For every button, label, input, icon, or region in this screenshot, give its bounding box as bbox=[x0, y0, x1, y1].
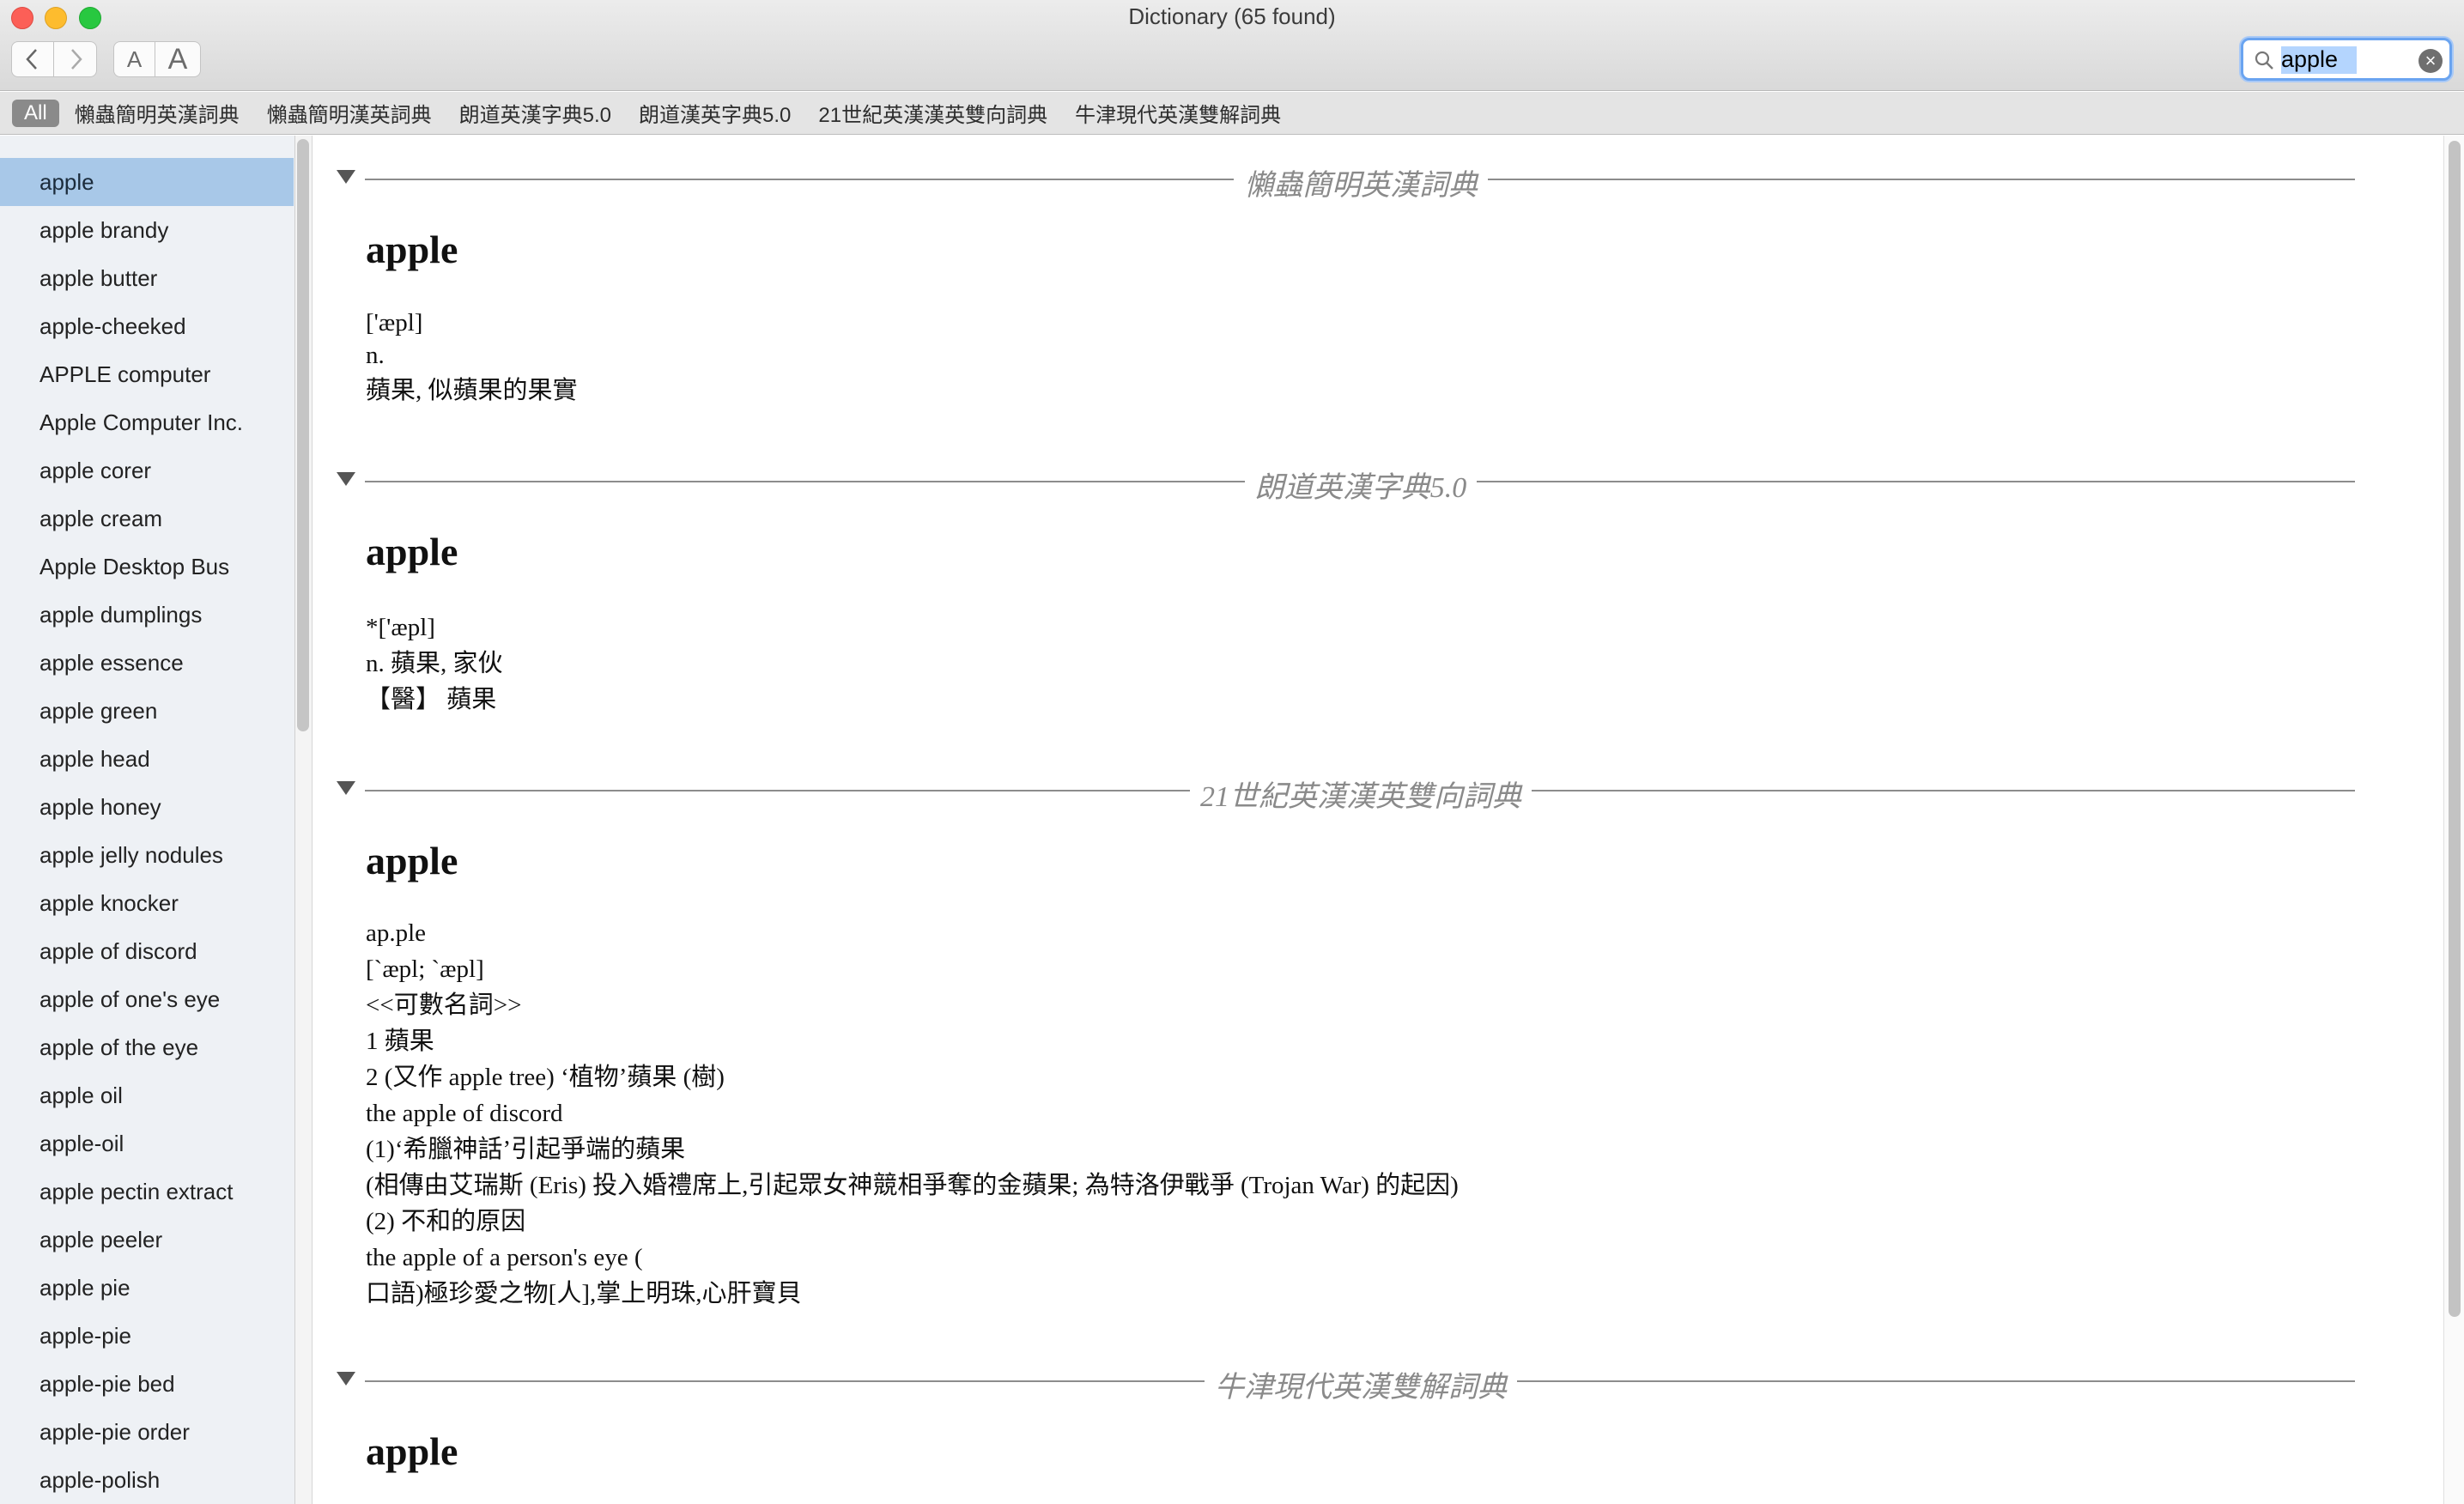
section-dictionary-name: 朗道英漢字典5.0 bbox=[1244, 472, 1478, 504]
section-dictionary-name: 21世紀英漢漢英雙向詞典 bbox=[1190, 781, 1532, 813]
back-button[interactable] bbox=[11, 41, 54, 77]
result-item[interactable]: apple cream bbox=[0, 494, 294, 543]
dictionary-section: 朗道英漢字典5.0 apple *['æpl] n. 蘋果, 家伙 【醫】 蘋果 bbox=[313, 460, 2443, 713]
entry-body: ['æpl] n. 蘋果, 似蘋果的果實 bbox=[366, 307, 578, 409]
scope-all[interactable]: All bbox=[12, 99, 59, 127]
section-header: 懶蟲簡明英漢詞典 bbox=[313, 158, 2443, 202]
section-header: 朗道英漢字典5.0 bbox=[313, 460, 2443, 504]
result-item[interactable]: apple of one's eye bbox=[0, 975, 294, 1023]
dictionary-section: 牛津現代英漢雙解詞典 apple bbox=[313, 1360, 2443, 1473]
clear-search-icon[interactable]: × bbox=[2418, 49, 2443, 73]
sidebar-scrollbar-thumb[interactable] bbox=[297, 139, 309, 731]
section-header: 21世紀英漢漢英雙向詞典 bbox=[313, 769, 2443, 813]
entry-line: 口語)極珍愛之物[人],掌上明珠,心肝寶貝 bbox=[366, 1280, 802, 1307]
font-larger-button[interactable]: A bbox=[155, 41, 201, 77]
result-item[interactable]: apple pie bbox=[0, 1264, 294, 1312]
search-icon bbox=[2255, 51, 2273, 70]
entry-line: <<可數名詞>> bbox=[366, 992, 522, 1019]
scope-dictionary[interactable]: 牛津現代英漢雙解詞典 bbox=[1075, 98, 1281, 128]
search-input[interactable] bbox=[2281, 45, 2401, 73]
section-dictionary-name: 牛津現代英漢雙解詞典 bbox=[1205, 1372, 1517, 1404]
entry-line: the apple of a person's eye ( bbox=[366, 1244, 643, 1271]
result-item[interactable]: apple pectin extract bbox=[0, 1167, 294, 1216]
scope-dictionary[interactable]: 懶蟲簡明英漢詞典 bbox=[75, 98, 240, 128]
result-item[interactable]: apple-pie order bbox=[0, 1408, 294, 1456]
forward-button[interactable] bbox=[53, 41, 97, 77]
results-list: apple apple brandy apple butter apple-ch… bbox=[0, 158, 294, 1504]
entry-line: 【醫】 蘋果 bbox=[366, 686, 497, 713]
dictionary-section: 21世紀英漢漢英雙向詞典 apple ap.ple [`æpl; `æpl] <… bbox=[313, 769, 2443, 1307]
scope-dictionary[interactable]: 朗道英漢字典5.0 bbox=[459, 98, 611, 128]
section-dictionary-name: 懶蟲簡明英漢詞典 bbox=[1234, 170, 1488, 202]
entry-line: ap.ple bbox=[366, 919, 427, 947]
entry-line: (1)‘希臘神話’引起爭端的蘋果 bbox=[366, 1136, 686, 1163]
scope-dictionary[interactable]: 21世紀英漢漢英雙向詞典 bbox=[818, 98, 1047, 128]
result-item[interactable]: apple green bbox=[0, 687, 294, 735]
definition-pane: 懶蟲簡明英漢詞典 apple ['æpl] n. 蘋果, 似蘋果的果實 朗道英漢… bbox=[313, 136, 2443, 1504]
entry-headword: apple bbox=[366, 530, 458, 573]
title-bar: Dictionary (65 found) A A × bbox=[0, 0, 2464, 91]
result-item[interactable]: apple brandy bbox=[0, 206, 294, 254]
chevron-right-icon bbox=[70, 49, 82, 70]
entry-line: 蘋果, 似蘋果的果實 bbox=[366, 377, 578, 404]
result-item[interactable]: apple-pie bbox=[0, 1312, 294, 1360]
result-item[interactable]: apple of discord bbox=[0, 927, 294, 975]
entry-line: *['æpl] bbox=[366, 614, 435, 641]
result-item[interactable]: apple-pie bed bbox=[0, 1360, 294, 1408]
entry-line: [`æpl; `æpl] bbox=[366, 955, 484, 983]
result-item[interactable]: apple butter bbox=[0, 254, 294, 302]
result-item[interactable]: apple jelly nodules bbox=[0, 831, 294, 879]
result-item[interactable]: apple peeler bbox=[0, 1216, 294, 1264]
result-item[interactable]: apple bbox=[0, 158, 294, 206]
entry-headword: apple bbox=[366, 839, 458, 882]
search-field[interactable]: × bbox=[2241, 38, 2452, 81]
result-item[interactable]: Apple Computer Inc. bbox=[0, 398, 294, 446]
entry-headword: apple bbox=[366, 227, 458, 271]
result-item[interactable]: apple-polish bbox=[0, 1456, 294, 1504]
scope-dictionary[interactable]: 懶蟲簡明漢英詞典 bbox=[267, 98, 432, 128]
dictionary-section: 懶蟲簡明英漢詞典 apple ['æpl] n. 蘋果, 似蘋果的果實 bbox=[313, 158, 2443, 404]
font-smaller-button[interactable]: A bbox=[113, 41, 155, 77]
results-sidebar: apple apple brandy apple butter apple-ch… bbox=[0, 136, 295, 1504]
result-item[interactable]: Apple Desktop Bus bbox=[0, 543, 294, 591]
entry-line: the apple of discord bbox=[366, 1100, 563, 1127]
chevron-left-icon bbox=[26, 49, 37, 70]
result-item[interactable]: apple head bbox=[0, 735, 294, 783]
entry-line: n. bbox=[366, 342, 385, 369]
entry-headword: apple bbox=[366, 1429, 458, 1473]
entry-body: ap.ple [`æpl; `æpl] <<可數名詞>> 1 蘋果 2 (又作 … bbox=[366, 915, 1459, 1312]
entry-line: ['æpl] bbox=[366, 309, 423, 337]
scope-dictionary[interactable]: 朗道漢英字典5.0 bbox=[639, 98, 791, 128]
result-item[interactable]: apple of the eye bbox=[0, 1023, 294, 1071]
result-item[interactable]: apple dumplings bbox=[0, 591, 294, 639]
section-header: 牛津現代英漢雙解詞典 bbox=[313, 1360, 2443, 1404]
result-item[interactable]: apple oil bbox=[0, 1071, 294, 1119]
entry-line: 2 (又作 apple tree) ‘植物’蘋果 (樹) bbox=[366, 1064, 725, 1091]
entry-line: 1 蘋果 bbox=[366, 1028, 434, 1055]
window-title: Dictionary (65 found) bbox=[1128, 3, 1336, 29]
definition-scrollbar-thumb[interactable] bbox=[2449, 141, 2461, 1317]
result-item[interactable]: APPLE computer bbox=[0, 350, 294, 398]
result-item[interactable]: apple knocker bbox=[0, 879, 294, 927]
result-item[interactable]: apple-cheeked bbox=[0, 302, 294, 350]
entry-line: (相傳由艾瑞斯 (Eris) 投入婚禮席上,引起眾女神競相爭奪的金蘋果; 為特洛… bbox=[366, 1172, 1459, 1199]
entry-body: *['æpl] n. 蘋果, 家伙 【醫】 蘋果 bbox=[366, 609, 503, 718]
dictionary-scope-bar: All 懶蟲簡明英漢詞典 懶蟲簡明漢英詞典 朗道英漢字典5.0 朗道漢英字典5.… bbox=[0, 92, 2464, 135]
result-item[interactable]: apple-oil bbox=[0, 1119, 294, 1167]
result-item[interactable]: apple essence bbox=[0, 639, 294, 687]
entry-line: n. 蘋果, 家伙 bbox=[366, 650, 503, 677]
result-item[interactable]: apple corer bbox=[0, 446, 294, 494]
definition-scroll-track[interactable] bbox=[2443, 136, 2464, 1504]
result-item[interactable]: apple honey bbox=[0, 783, 294, 831]
entry-line: (2) 不和的原因 bbox=[366, 1208, 526, 1235]
